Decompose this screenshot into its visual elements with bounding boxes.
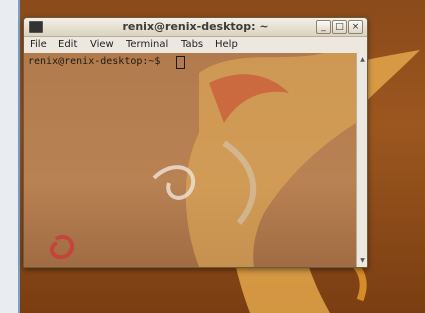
close-button[interactable]: × xyxy=(348,20,363,34)
scroll-up-arrow-icon[interactable]: ▲ xyxy=(358,55,367,64)
terminal-cursor xyxy=(176,56,185,69)
scroll-down-arrow-icon[interactable]: ▼ xyxy=(358,256,367,265)
terminal-area[interactable]: renix@renix-desktop:~$ xyxy=(24,53,356,267)
menu-file[interactable]: File xyxy=(30,39,47,50)
maximize-button[interactable]: □ xyxy=(332,20,347,34)
terminal-window[interactable]: renix@renix-desktop: ~ _ □ × File Edit V… xyxy=(23,17,368,268)
terminal-scrollbar[interactable]: ▲ ▼ xyxy=(356,53,367,267)
menu-edit[interactable]: Edit xyxy=(58,39,77,50)
window-titlebar[interactable]: renix@renix-desktop: ~ _ □ × xyxy=(24,18,367,37)
minimize-button[interactable]: _ xyxy=(316,20,331,34)
menu-tabs[interactable]: Tabs xyxy=(181,39,203,50)
menubar: File Edit View Terminal Tabs Help xyxy=(24,37,367,53)
menu-help[interactable]: Help xyxy=(215,39,238,50)
menu-view[interactable]: View xyxy=(90,39,114,50)
terminal-prompt: renix@renix-desktop:~$ xyxy=(28,56,161,67)
menu-terminal[interactable]: Terminal xyxy=(126,39,168,50)
terminal-wallpaper-art xyxy=(49,53,356,267)
